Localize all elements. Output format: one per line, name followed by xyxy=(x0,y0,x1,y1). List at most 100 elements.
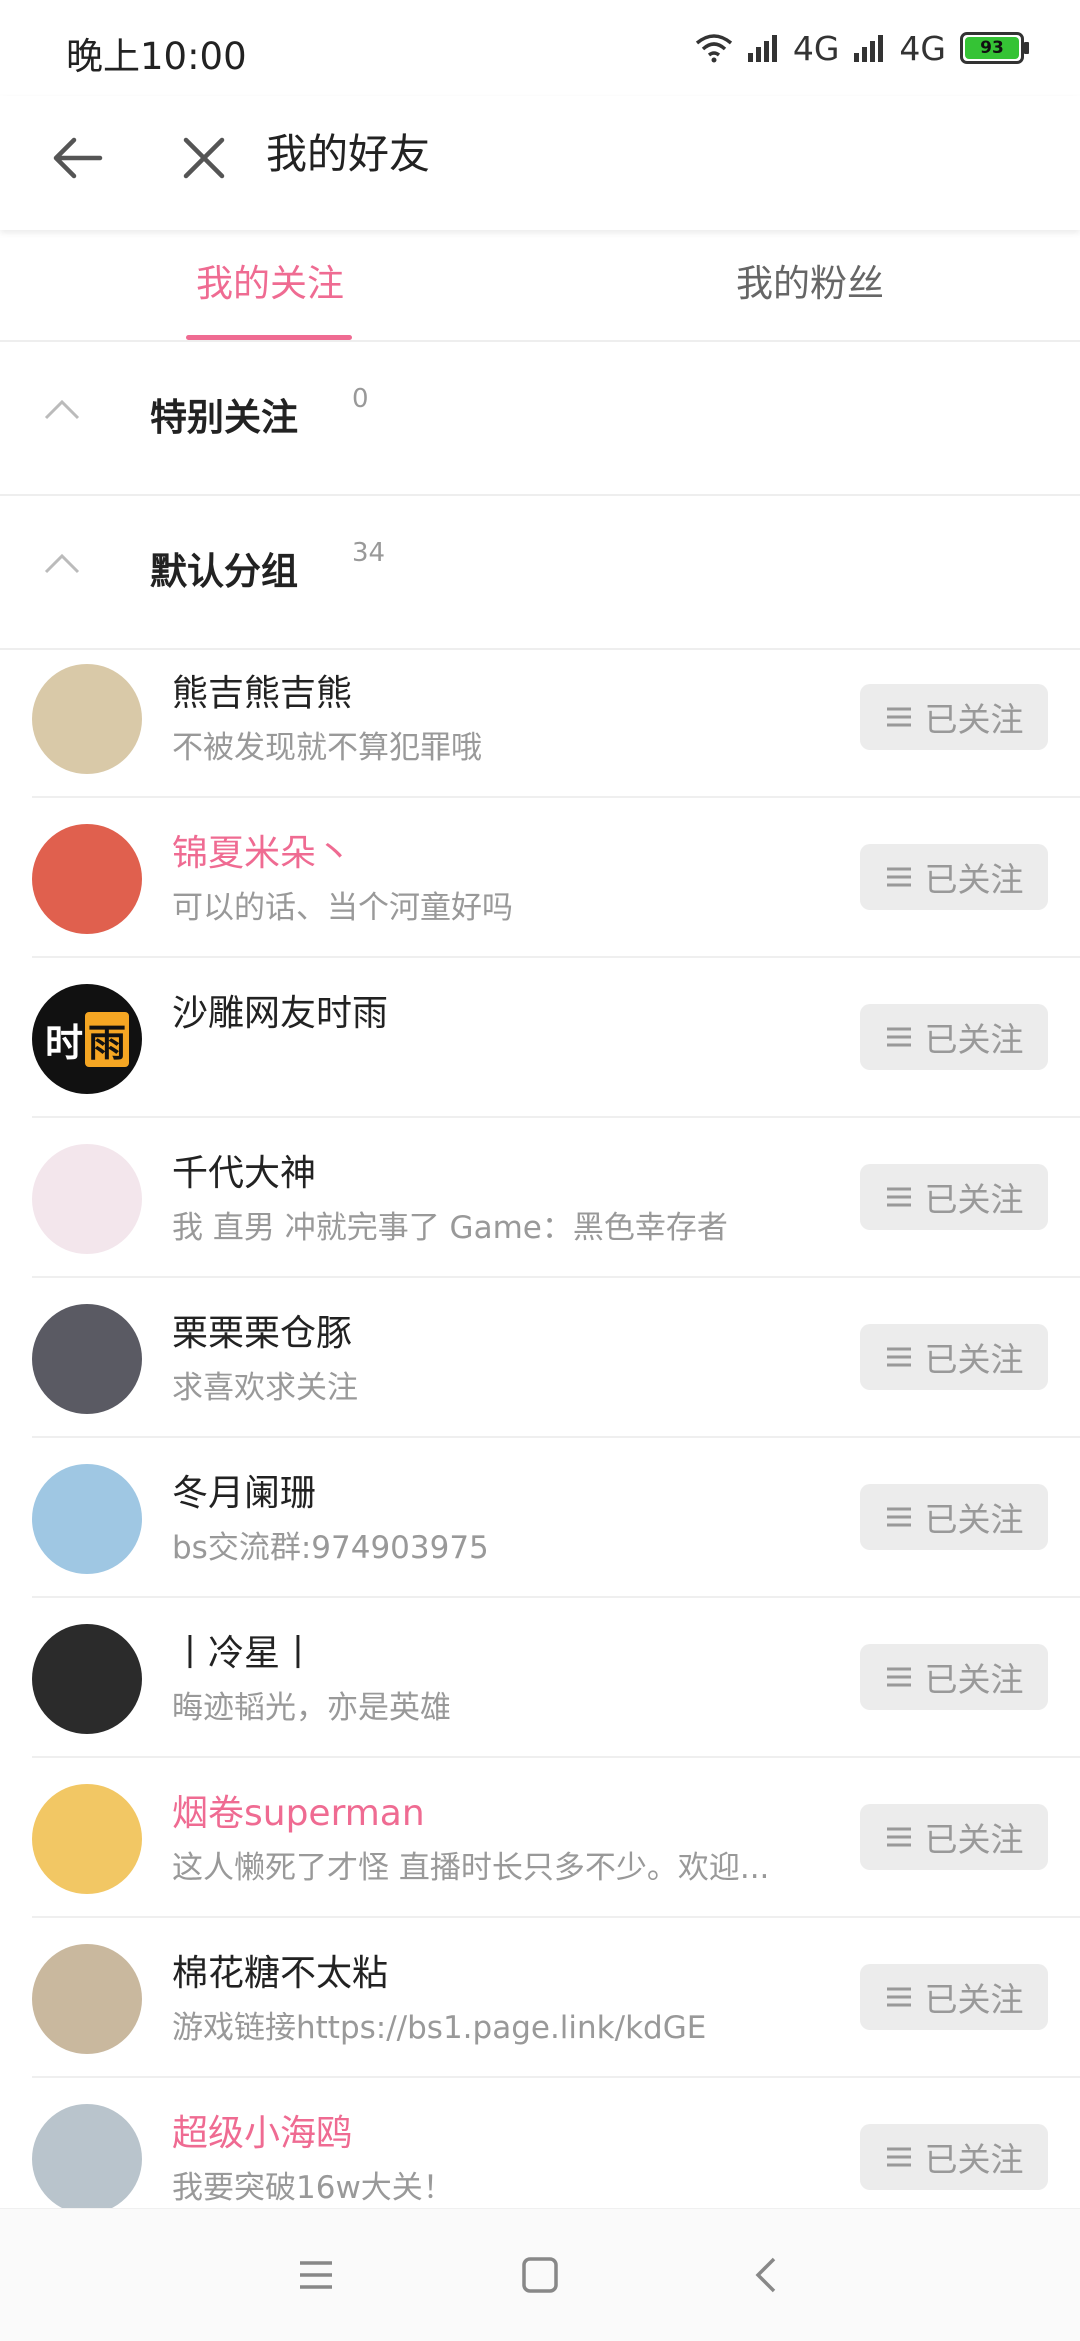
network-type-2: 4G xyxy=(899,28,946,68)
status-indicators: 4G 4G 93 xyxy=(695,26,1029,70)
list-item[interactable]: 冬月阑珊 bs交流群:974903975 已关注 xyxy=(0,1438,1080,1598)
user-signature: 求喜欢求关注 xyxy=(172,1370,358,1406)
close-button[interactable] xyxy=(168,122,240,194)
following-label: 已关注 xyxy=(924,2140,1024,2179)
following-label: 已关注 xyxy=(924,1020,1024,1059)
following-button[interactable]: 已关注 xyxy=(860,844,1048,910)
menu-lines-icon xyxy=(886,1507,911,1527)
user-signature: 我 直男 冲就完事了 Game：黑色幸存者 xyxy=(172,1210,728,1246)
group-default[interactable]: 默认分组 34 xyxy=(0,496,1080,650)
avatar-text: 雨 xyxy=(85,1011,130,1067)
user-name: 棉花糖不太粘 xyxy=(172,1953,389,1994)
status-bar: 晚上10:00 4G 4G 93 xyxy=(0,0,1080,96)
user-name: 烟卷superman xyxy=(172,1793,425,1834)
following-label: 已关注 xyxy=(924,1660,1024,1699)
user-signature: 可以的话、当个河童好吗 xyxy=(172,890,513,926)
following-button[interactable]: 已关注 xyxy=(860,1804,1048,1870)
avatar[interactable] xyxy=(32,824,142,934)
chevron-up-icon xyxy=(44,553,80,574)
menu-icon[interactable] xyxy=(294,2253,338,2297)
user-name: 丨冷星丨 xyxy=(172,1633,317,1674)
following-label: 已关注 xyxy=(924,700,1024,739)
status-time: 晚上10:00 xyxy=(66,35,247,78)
avatar[interactable] xyxy=(32,1304,142,1414)
system-nav-bar xyxy=(0,2208,1080,2341)
following-button[interactable]: 已关注 xyxy=(860,1644,1048,1710)
page-title: 我的好友 xyxy=(266,130,430,178)
avatar[interactable] xyxy=(32,2104,142,2214)
menu-lines-icon xyxy=(886,1667,911,1687)
back-nav-icon[interactable] xyxy=(746,2253,790,2297)
menu-lines-icon xyxy=(886,867,911,887)
following-button[interactable]: 已关注 xyxy=(860,1484,1048,1550)
menu-lines-icon xyxy=(886,1027,911,1047)
list-item[interactable]: 熊吉熊吉熊 不被发现就不算犯罪哦 已关注 xyxy=(0,638,1080,798)
tab-fans[interactable]: 我的粉丝 xyxy=(540,232,1080,340)
avatar[interactable] xyxy=(32,1624,142,1734)
back-button[interactable] xyxy=(42,122,114,194)
home-icon[interactable] xyxy=(518,2253,562,2297)
list-item[interactable]: 时雨 沙雕网友时雨 已关注 xyxy=(0,958,1080,1118)
following-label: 已关注 xyxy=(924,1500,1024,1539)
user-signature: bs交流群:974903975 xyxy=(172,1530,489,1566)
following-label: 已关注 xyxy=(924,1980,1024,2019)
group-name: 默认分组 xyxy=(150,550,298,593)
app-header: 我的好友 xyxy=(0,96,1080,230)
signal-icon xyxy=(747,35,777,62)
following-label: 已关注 xyxy=(924,1340,1024,1379)
active-tab-indicator xyxy=(186,335,352,340)
tab-following[interactable]: 我的关注 xyxy=(0,232,540,340)
user-name: 熊吉熊吉熊 xyxy=(172,673,353,714)
avatar[interactable] xyxy=(32,1464,142,1574)
list-item[interactable]: 千代大神 我 直男 冲就完事了 Game：黑色幸存者 已关注 xyxy=(0,1118,1080,1278)
signal-icon xyxy=(854,35,884,62)
user-signature: 这人懒死了才怪 直播时长只多不少。欢迎... xyxy=(172,1850,770,1886)
user-name: 超级小海鸥 xyxy=(172,2113,353,2154)
network-type-1: 4G xyxy=(792,28,840,68)
menu-lines-icon xyxy=(886,1987,911,2007)
menu-lines-icon xyxy=(886,707,911,727)
following-label: 已关注 xyxy=(924,1820,1024,1859)
wifi-icon xyxy=(695,34,732,63)
battery-level: 93 xyxy=(980,38,1004,58)
following-label: 已关注 xyxy=(924,860,1024,899)
following-button[interactable]: 已关注 xyxy=(860,1004,1048,1070)
list-item[interactable]: 丨冷星丨 晦迹韬光，亦是英雄 已关注 xyxy=(0,1598,1080,1758)
user-signature: 不被发现就不算犯罪哦 xyxy=(172,730,482,766)
menu-lines-icon xyxy=(886,1827,911,1847)
user-signature: 我要突破16w大关！ xyxy=(172,2170,454,2206)
list-item[interactable]: 锦夏米朵丶 可以的话、当个河童好吗 已关注 xyxy=(0,798,1080,958)
avatar[interactable]: 时雨 xyxy=(32,984,142,1094)
following-button[interactable]: 已关注 xyxy=(860,1164,1048,1230)
avatar[interactable] xyxy=(32,1144,142,1254)
menu-lines-icon xyxy=(886,1187,911,1207)
list-item[interactable]: 烟卷superman 这人懒死了才怪 直播时长只多不少。欢迎... 已关注 xyxy=(0,1758,1080,1918)
menu-lines-icon xyxy=(886,1347,911,1367)
list-item[interactable]: 栗栗栗仓豚 求喜欢求关注 已关注 xyxy=(0,1278,1080,1438)
arrow-left-icon xyxy=(53,137,103,179)
avatar[interactable] xyxy=(32,1784,142,1894)
following-button[interactable]: 已关注 xyxy=(860,2124,1048,2190)
chevron-up-icon xyxy=(44,399,80,420)
following-label: 已关注 xyxy=(924,1180,1024,1219)
list-item[interactable]: 棉花糖不太粘 游戏链接https://bs1.page.link/kdGE 已关… xyxy=(0,1918,1080,2078)
user-name: 栗栗栗仓豚 xyxy=(172,1313,353,1354)
following-button[interactable]: 已关注 xyxy=(860,684,1048,750)
user-name: 冬月阑珊 xyxy=(172,1473,317,1514)
group-count: 34 xyxy=(352,538,386,568)
group-count: 0 xyxy=(352,384,369,414)
avatar-text: 时 xyxy=(44,1020,83,1065)
user-signature: 游戏链接https://bs1.page.link/kdGE xyxy=(172,2010,707,2046)
group-special[interactable]: 特别关注 0 xyxy=(0,342,1080,496)
user-name: 千代大神 xyxy=(172,1153,317,1194)
user-signature: 晦迹韬光，亦是英雄 xyxy=(172,1690,451,1726)
following-button[interactable]: 已关注 xyxy=(860,1964,1048,2030)
menu-lines-icon xyxy=(886,2147,911,2167)
friend-list: 熊吉熊吉熊 不被发现就不算犯罪哦 已关注 锦夏米朵丶 可以的话、当个河童好吗 已… xyxy=(0,638,1080,2238)
user-name: 锦夏米朵丶 xyxy=(172,833,353,874)
avatar[interactable] xyxy=(32,664,142,774)
avatar[interactable] xyxy=(32,1944,142,2054)
following-button[interactable]: 已关注 xyxy=(860,1324,1048,1390)
group-name: 特别关注 xyxy=(150,396,298,439)
battery-icon: 93 xyxy=(960,32,1029,64)
